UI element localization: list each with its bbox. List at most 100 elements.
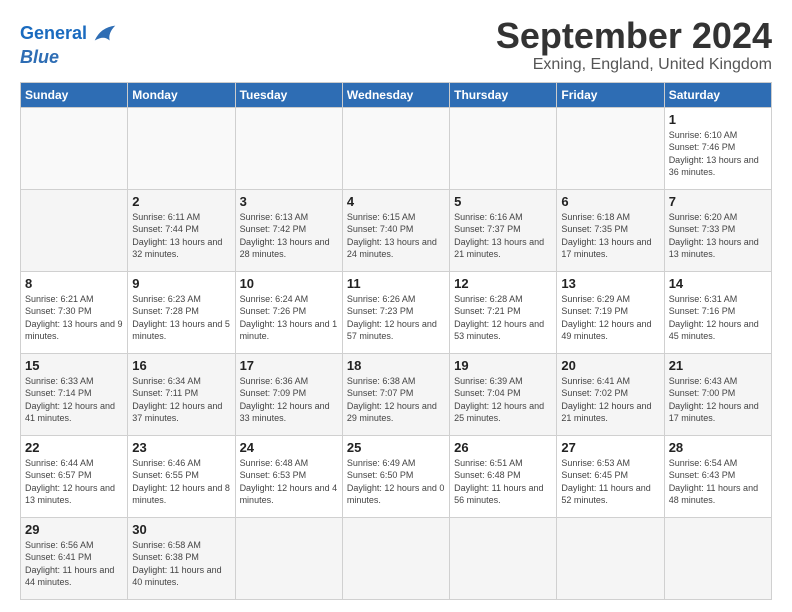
calendar-week-6: 29 Sunrise: 6:56 AM Sunset: 6:41 PM Dayl…	[21, 517, 772, 599]
calendar-cell: 8 Sunrise: 6:21 AM Sunset: 7:30 PM Dayli…	[21, 271, 128, 353]
daylight: Daylight: 13 hours and 9 minutes.	[25, 319, 123, 342]
calendar-cell	[450, 107, 557, 189]
calendar-cell: 12 Sunrise: 6:28 AM Sunset: 7:21 PM Dayl…	[450, 271, 557, 353]
calendar-cell	[21, 107, 128, 189]
day-info: Sunrise: 6:54 AM Sunset: 6:43 PM Dayligh…	[669, 457, 767, 507]
sunrise: Sunrise: 6:49 AM	[347, 458, 416, 468]
sunrise: Sunrise: 6:26 AM	[347, 294, 416, 304]
calendar-week-5: 22 Sunrise: 6:44 AM Sunset: 6:57 PM Dayl…	[21, 435, 772, 517]
day-header-tuesday: Tuesday	[235, 82, 342, 107]
day-info: Sunrise: 6:13 AM Sunset: 7:42 PM Dayligh…	[240, 211, 338, 261]
sunrise: Sunrise: 6:31 AM	[669, 294, 738, 304]
day-number: 27	[561, 440, 659, 455]
day-info: Sunrise: 6:28 AM Sunset: 7:21 PM Dayligh…	[454, 293, 552, 343]
daylight: Daylight: 12 hours and 45 minutes.	[669, 319, 759, 342]
sunset: Sunset: 6:43 PM	[669, 470, 736, 480]
daylight: Daylight: 13 hours and 28 minutes.	[240, 237, 330, 260]
calendar-cell	[557, 107, 664, 189]
calendar-cell: 27 Sunrise: 6:53 AM Sunset: 6:45 PM Dayl…	[557, 435, 664, 517]
calendar-cell	[235, 107, 342, 189]
daylight: Daylight: 13 hours and 24 minutes.	[347, 237, 437, 260]
sunrise: Sunrise: 6:18 AM	[561, 212, 630, 222]
calendar-cell: 24 Sunrise: 6:48 AM Sunset: 6:53 PM Dayl…	[235, 435, 342, 517]
daylight: Daylight: 11 hours and 40 minutes.	[132, 565, 221, 588]
sunset: Sunset: 7:46 PM	[669, 142, 736, 152]
calendar-cell	[21, 189, 128, 271]
calendar-cell	[235, 517, 342, 599]
day-number: 3	[240, 194, 338, 209]
day-number: 18	[347, 358, 445, 373]
calendar-cell: 6 Sunrise: 6:18 AM Sunset: 7:35 PM Dayli…	[557, 189, 664, 271]
sunrise: Sunrise: 6:48 AM	[240, 458, 309, 468]
day-number: 17	[240, 358, 338, 373]
sunset: Sunset: 6:41 PM	[25, 552, 92, 562]
calendar-cell	[450, 517, 557, 599]
calendar-table: SundayMondayTuesdayWednesdayThursdayFrid…	[20, 82, 772, 600]
calendar-cell: 9 Sunrise: 6:23 AM Sunset: 7:28 PM Dayli…	[128, 271, 235, 353]
day-info: Sunrise: 6:46 AM Sunset: 6:55 PM Dayligh…	[132, 457, 230, 507]
day-info: Sunrise: 6:21 AM Sunset: 7:30 PM Dayligh…	[25, 293, 123, 343]
sunset: Sunset: 7:09 PM	[240, 388, 307, 398]
sunrise: Sunrise: 6:41 AM	[561, 376, 630, 386]
sunset: Sunset: 7:28 PM	[132, 306, 199, 316]
calendar-cell: 7 Sunrise: 6:20 AM Sunset: 7:33 PM Dayli…	[664, 189, 771, 271]
day-number: 20	[561, 358, 659, 373]
daylight: Daylight: 11 hours and 56 minutes.	[454, 483, 543, 506]
day-number: 15	[25, 358, 123, 373]
sunset: Sunset: 7:42 PM	[240, 224, 307, 234]
sunset: Sunset: 6:50 PM	[347, 470, 414, 480]
calendar-cell: 10 Sunrise: 6:24 AM Sunset: 7:26 PM Dayl…	[235, 271, 342, 353]
day-number: 1	[669, 112, 767, 127]
sunset: Sunset: 6:53 PM	[240, 470, 307, 480]
sunset: Sunset: 7:11 PM	[132, 388, 198, 398]
sunset: Sunset: 7:35 PM	[561, 224, 628, 234]
sunrise: Sunrise: 6:20 AM	[669, 212, 738, 222]
sunrise: Sunrise: 6:24 AM	[240, 294, 309, 304]
day-info: Sunrise: 6:31 AM Sunset: 7:16 PM Dayligh…	[669, 293, 767, 343]
daylight: Daylight: 12 hours and 21 minutes.	[561, 401, 651, 424]
calendar-cell: 11 Sunrise: 6:26 AM Sunset: 7:23 PM Dayl…	[342, 271, 449, 353]
calendar-body: 1 Sunrise: 6:10 AM Sunset: 7:46 PM Dayli…	[21, 107, 772, 599]
day-header-friday: Friday	[557, 82, 664, 107]
sunrise: Sunrise: 6:58 AM	[132, 540, 201, 550]
day-info: Sunrise: 6:10 AM Sunset: 7:46 PM Dayligh…	[669, 129, 767, 179]
daylight: Daylight: 12 hours and 13 minutes.	[25, 483, 115, 506]
day-number: 25	[347, 440, 445, 455]
calendar-cell	[342, 107, 449, 189]
sunset: Sunset: 7:26 PM	[240, 306, 307, 316]
calendar-cell: 3 Sunrise: 6:13 AM Sunset: 7:42 PM Dayli…	[235, 189, 342, 271]
day-header-monday: Monday	[128, 82, 235, 107]
sunrise: Sunrise: 6:28 AM	[454, 294, 523, 304]
calendar-cell: 17 Sunrise: 6:36 AM Sunset: 7:09 PM Dayl…	[235, 353, 342, 435]
day-info: Sunrise: 6:38 AM Sunset: 7:07 PM Dayligh…	[347, 375, 445, 425]
logo-bird-icon	[91, 20, 119, 48]
calendar-cell: 25 Sunrise: 6:49 AM Sunset: 6:50 PM Dayl…	[342, 435, 449, 517]
calendar-week-4: 15 Sunrise: 6:33 AM Sunset: 7:14 PM Dayl…	[21, 353, 772, 435]
daylight: Daylight: 12 hours and 4 minutes.	[240, 483, 338, 506]
daylight: Daylight: 12 hours and 8 minutes.	[132, 483, 230, 506]
calendar-cell: 2 Sunrise: 6:11 AM Sunset: 7:44 PM Dayli…	[128, 189, 235, 271]
sunset: Sunset: 7:44 PM	[132, 224, 199, 234]
day-number: 11	[347, 276, 445, 291]
daylight: Daylight: 12 hours and 53 minutes.	[454, 319, 544, 342]
calendar-week-1: 1 Sunrise: 6:10 AM Sunset: 7:46 PM Dayli…	[21, 107, 772, 189]
calendar-cell: 16 Sunrise: 6:34 AM Sunset: 7:11 PM Dayl…	[128, 353, 235, 435]
calendar-cell	[342, 517, 449, 599]
calendar-cell: 15 Sunrise: 6:33 AM Sunset: 7:14 PM Dayl…	[21, 353, 128, 435]
calendar-cell	[128, 107, 235, 189]
day-info: Sunrise: 6:26 AM Sunset: 7:23 PM Dayligh…	[347, 293, 445, 343]
day-header-saturday: Saturday	[664, 82, 771, 107]
calendar-cell: 18 Sunrise: 6:38 AM Sunset: 7:07 PM Dayl…	[342, 353, 449, 435]
sunset: Sunset: 6:38 PM	[132, 552, 199, 562]
sunrise: Sunrise: 6:10 AM	[669, 130, 738, 140]
sunrise: Sunrise: 6:46 AM	[132, 458, 201, 468]
sunrise: Sunrise: 6:56 AM	[25, 540, 94, 550]
calendar-cell: 20 Sunrise: 6:41 AM Sunset: 7:02 PM Dayl…	[557, 353, 664, 435]
day-header-sunday: Sunday	[21, 82, 128, 107]
sunrise: Sunrise: 6:38 AM	[347, 376, 416, 386]
day-number: 24	[240, 440, 338, 455]
sunrise: Sunrise: 6:36 AM	[240, 376, 309, 386]
sunrise: Sunrise: 6:21 AM	[25, 294, 94, 304]
sunset: Sunset: 7:14 PM	[25, 388, 92, 398]
sunrise: Sunrise: 6:54 AM	[669, 458, 738, 468]
